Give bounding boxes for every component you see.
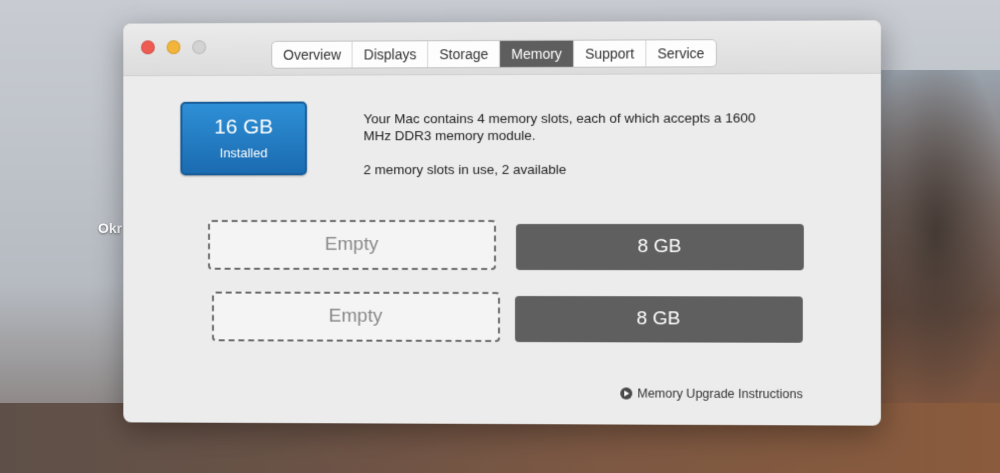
memory-slot-4: 8 GB — [514, 296, 803, 343]
tab-overview[interactable]: Overview — [272, 41, 353, 68]
memory-installed-label: Installed — [219, 145, 268, 161]
memory-upgrade-instructions-link[interactable]: Memory Upgrade Instructions — [620, 386, 803, 401]
titlebar: Overview Displays Storage Memory Support… — [123, 20, 881, 77]
memory-slot-2: 8 GB — [515, 224, 804, 271]
tab-displays[interactable]: Displays — [352, 41, 429, 68]
tab-service[interactable]: Service — [646, 40, 715, 66]
tab-bar: Overview Displays Storage Memory Support… — [271, 39, 717, 69]
memory-slots-status: 2 memory slots in use, 2 available — [363, 161, 567, 178]
tab-memory[interactable]: Memory — [500, 40, 574, 67]
minimize-button[interactable] — [166, 40, 181, 55]
memory-slot-3: Empty — [211, 291, 500, 343]
zoom-button[interactable] — [192, 40, 207, 55]
memory-upgrade-instructions-label: Memory Upgrade Instructions — [637, 386, 803, 402]
memory-size: 16 GB — [214, 115, 274, 139]
close-button[interactable] — [141, 40, 155, 55]
memory-installed-badge: 16 GB Installed — [180, 101, 307, 176]
memory-slot-1: Empty — [208, 220, 497, 270]
arrow-circle-icon — [620, 387, 633, 400]
tab-support[interactable]: Support — [573, 40, 647, 67]
memory-description: Your Mac contains 4 memory slots, each o… — [363, 110, 756, 144]
desktop-icon-label[interactable]: Okr — [98, 220, 122, 236]
about-this-mac-window: Overview Displays Storage Memory Support… — [123, 20, 881, 426]
tab-storage[interactable]: Storage — [428, 40, 501, 68]
